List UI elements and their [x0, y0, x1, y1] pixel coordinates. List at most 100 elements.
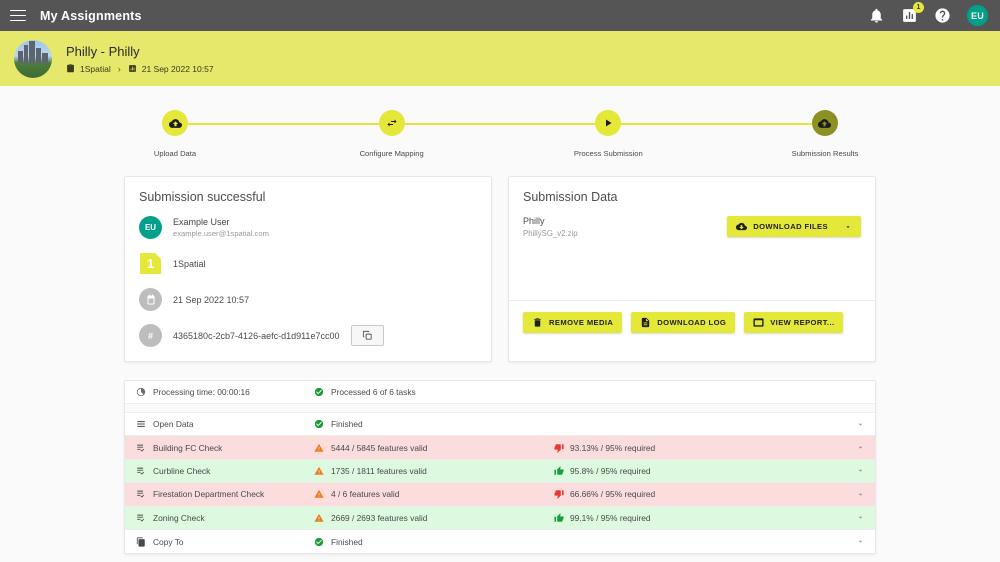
file-display-name: Philly — [523, 216, 578, 226]
breadcrumb-org[interactable]: 1Spatial — [80, 64, 111, 74]
task-table: Processing time: 00:00:16 Processed 6 of… — [124, 380, 876, 554]
step-label-4: Submission Results — [792, 149, 859, 158]
left-card-title: Submission successful — [139, 190, 477, 204]
right-card-title: Submission Data — [523, 190, 861, 204]
task-result: 5444 / 5845 features valid — [331, 443, 427, 453]
task-percent-cell: 93.13% / 95% required — [554, 443, 856, 453]
task-name-cell: Building FC Check — [136, 443, 314, 453]
chevron-down-icon[interactable] — [856, 490, 865, 499]
date-details: 21 Sep 2022 10:57 — [173, 295, 249, 305]
menu-icon[interactable] — [10, 10, 26, 22]
table-spacer — [125, 404, 875, 413]
task-result-cell: 5444 / 5845 features valid — [314, 443, 554, 453]
task-percent-cell: 99.1% / 95% required — [554, 513, 856, 523]
reports-badge: 1 — [913, 2, 924, 13]
check-circle-icon — [314, 419, 324, 429]
download-log-label: DOWNLOAD LOG — [657, 318, 726, 327]
breadcrumb-separator: › — [118, 64, 121, 74]
task-result: 4 / 6 features valid — [331, 489, 399, 499]
download-files-button[interactable]: DOWNLOAD FILES — [727, 216, 861, 237]
step-process-submission[interactable]: Process Submission — [553, 110, 663, 158]
copy-icon — [362, 330, 373, 341]
avatar[interactable]: EU — [967, 5, 988, 26]
timer-icon — [136, 387, 146, 397]
help-icon[interactable] — [934, 7, 951, 24]
view-report-label: VIEW REPORT... — [770, 318, 834, 327]
task-percent: 66.66% / 95% required — [570, 489, 655, 499]
processing-time-cell: Processing time: 00:00:16 — [136, 387, 314, 397]
file-row: Philly PhillySG_v2.zip DOWNLOAD FILES — [523, 216, 861, 238]
copy-id-button[interactable] — [351, 325, 384, 346]
list-icon — [136, 419, 146, 429]
table-row[interactable]: Firestation Department Check 4 / 6 featu… — [125, 483, 875, 506]
table-row[interactable]: Copy To Finished — [125, 530, 875, 553]
submission-successful-card: Submission successful EU Example User ex… — [124, 176, 492, 362]
table-row[interactable]: Building FC Check 5444 / 5845 features v… — [125, 436, 875, 459]
progress-stepper: Upload Data Configure Mapping Process Su… — [0, 86, 1000, 158]
user-details: Example User example.user@1spatial.com — [173, 217, 269, 238]
step-upload-data[interactable]: Upload Data — [120, 110, 230, 158]
chevron-down-icon[interactable] — [856, 443, 865, 452]
chevron-down-icon[interactable] — [856, 513, 865, 522]
step-configure-mapping[interactable]: Configure Mapping — [337, 110, 447, 158]
view-report-button[interactable]: VIEW REPORT... — [744, 312, 843, 333]
task-name: Curbline Check — [153, 466, 210, 476]
warning-icon — [314, 443, 324, 453]
file-info: Philly PhillySG_v2.zip — [523, 216, 578, 238]
org-name: 1Spatial — [173, 259, 206, 269]
check-circle-icon — [314, 537, 324, 547]
step-circle-3[interactable] — [595, 110, 621, 136]
warning-icon — [314, 466, 324, 476]
rule-icon — [136, 443, 146, 453]
hash-icon: # — [139, 324, 162, 347]
copy-to-icon — [136, 537, 146, 547]
warning-icon — [314, 489, 324, 499]
rule-icon — [136, 489, 146, 499]
summary-row: Processing time: 00:00:16 Processed 6 of… — [125, 381, 875, 404]
assignment-title: Philly - Philly — [66, 44, 214, 59]
step-circle-1[interactable] — [162, 110, 188, 136]
org-row: 1 1Spatial — [139, 252, 477, 275]
processed-tasks-text: Processed 6 of 6 tasks — [331, 387, 416, 397]
task-result-cell: 4 / 6 features valid — [314, 489, 554, 499]
task-name-cell: Open Data — [136, 419, 314, 429]
cards-row: Submission successful EU Example User ex… — [0, 158, 1000, 362]
step-submission-results[interactable]: Submission Results — [770, 110, 880, 158]
chevron-down-icon[interactable] — [856, 420, 865, 429]
breadcrumb-timestamp: 21 Sep 2022 10:57 — [142, 64, 214, 74]
thumb-up-icon — [554, 513, 564, 523]
table-row[interactable]: Zoning Check 2669 / 2693 features valid … — [125, 507, 875, 530]
task-name: Open Data — [153, 419, 194, 429]
task-name-cell: Curbline Check — [136, 466, 314, 476]
right-card-body: Philly PhillySG_v2.zip DOWNLOAD FILES — [523, 216, 861, 300]
remove-media-button[interactable]: REMOVE MEDIA — [523, 312, 622, 333]
task-result: Finished — [331, 419, 363, 429]
reports-icon[interactable]: 1 — [901, 7, 918, 24]
bell-icon[interactable] — [868, 7, 885, 24]
table-row[interactable]: Curbline Check 1735 / 1811 features vali… — [125, 460, 875, 483]
assignment-banner: Philly - Philly 1Spatial › 21 Sep 2022 1… — [0, 31, 1000, 86]
task-name: Building FC Check — [153, 443, 222, 453]
id-row: # 4365180c-2cb7-4126-aefc-d1d911e7cc00 — [139, 324, 477, 347]
table-row[interactable]: Open Data Finished — [125, 413, 875, 436]
card-action-buttons: REMOVE MEDIA DOWNLOAD LOG VIEW REPORT... — [523, 301, 861, 333]
trash-icon — [532, 317, 543, 328]
step-circle-4[interactable] — [812, 110, 838, 136]
chevron-down-icon[interactable] — [856, 537, 865, 546]
step-circle-2[interactable] — [379, 110, 405, 136]
calendar-icon — [139, 288, 162, 311]
submission-data-card: Submission Data Philly PhillySG_v2.zip D… — [508, 176, 876, 362]
rule-icon — [136, 513, 146, 523]
task-result: 1735 / 1811 features valid — [331, 466, 427, 476]
thumb-down-icon — [554, 489, 564, 499]
chart-icon — [128, 64, 137, 73]
task-result-cell: Finished — [314, 419, 554, 429]
chevron-down-icon[interactable] — [856, 466, 865, 475]
task-name-cell: Copy To — [136, 537, 314, 547]
task-percent: 93.13% / 95% required — [570, 443, 655, 453]
user-row: EU Example User example.user@1spatial.co… — [139, 216, 477, 239]
submission-id: 4365180c-2cb7-4126-aefc-d1d911e7cc00 — [173, 331, 339, 341]
download-log-button[interactable]: DOWNLOAD LOG — [631, 312, 735, 333]
task-percent-cell: 66.66% / 95% required — [554, 489, 856, 499]
task-percent: 99.1% / 95% required — [570, 513, 651, 523]
